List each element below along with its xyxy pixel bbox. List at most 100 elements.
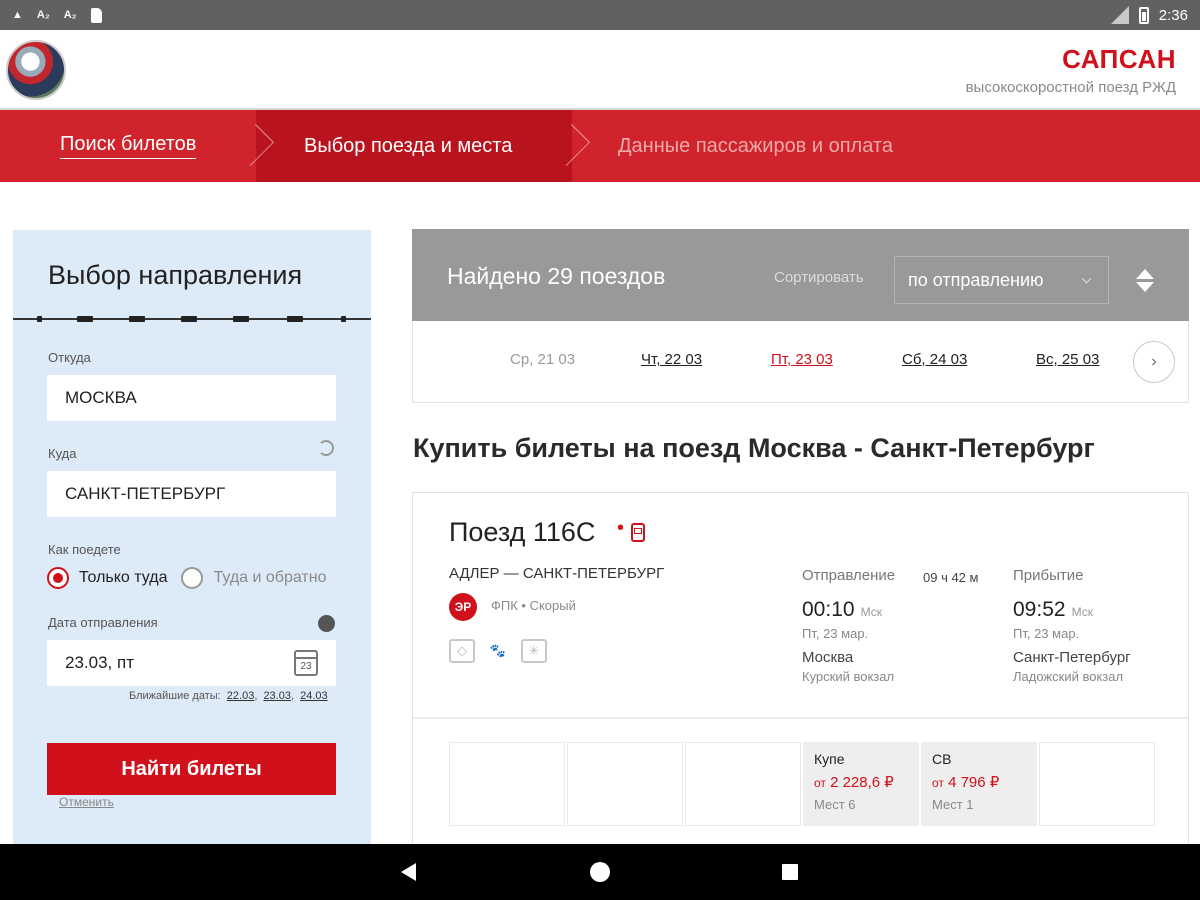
- trip-type-group: Только туда Туда и обратно: [47, 567, 340, 589]
- search-panel: Выбор направления Откуда МОСКВА Куда САН…: [13, 230, 371, 844]
- departure-date: Пт, 23 мар.: [802, 626, 869, 641]
- date-option[interactable]: Сб, 24 03: [902, 351, 967, 368]
- train-icon: [631, 523, 645, 542]
- departure-label: Отправление: [802, 567, 896, 584]
- page-heading: Купить билеты на поезд Москва - Санкт-Пе…: [413, 433, 1095, 463]
- signal-icon: [1110, 6, 1129, 24]
- air-conditioning-icon: ✳: [521, 639, 547, 663]
- step-label: Поиск билетов: [60, 133, 197, 159]
- date-option-selected[interactable]: Пт, 23 03: [771, 351, 833, 368]
- found-count: Найдено 29 поездов: [447, 263, 666, 289]
- radio-one-way[interactable]: [47, 567, 69, 589]
- step-choose-train: Выбор поезда и места: [256, 110, 591, 182]
- from-input[interactable]: МОСКВА: [47, 375, 336, 421]
- sort-direction-icon[interactable]: [1136, 269, 1154, 293]
- to-input[interactable]: САНКТ-ПЕТЕРБУРГ: [47, 471, 336, 517]
- arrival-label: Прибытие: [1013, 567, 1084, 584]
- route-line-divider: [13, 316, 371, 322]
- departure-time: 00:10: [802, 598, 855, 621]
- date-option[interactable]: Вс, 25 03: [1036, 351, 1099, 368]
- carrier-info: ФПК • Скорый: [491, 598, 576, 613]
- departure-time-row: 00:10 Мск: [802, 598, 895, 622]
- nearest-date-link[interactable]: 24.03: [300, 690, 328, 702]
- sort-select[interactable]: по отправлению: [894, 256, 1109, 304]
- trip-type-label: Как поедете: [48, 542, 121, 557]
- booking-steps: Поиск билетов Выбор поезда и места Данны…: [0, 110, 1200, 182]
- home-icon[interactable]: [590, 862, 610, 882]
- nearest-dates-label: Ближайшие даты:: [129, 690, 221, 702]
- brand: САПСАН высокоскоростной поезд РЖД: [966, 44, 1176, 96]
- recent-apps-icon[interactable]: [782, 864, 798, 880]
- date-option[interactable]: Чт, 22 03: [641, 351, 702, 368]
- step-search-tickets[interactable]: Поиск билетов: [0, 110, 275, 182]
- one-way-label[interactable]: Только туда: [79, 569, 167, 587]
- swap-icon[interactable]: [318, 440, 334, 456]
- nearest-date-link[interactable]: 22.03: [227, 690, 255, 702]
- car-class-empty: [685, 742, 801, 826]
- brand-name: САПСАН: [1062, 44, 1176, 74]
- departure-station: Курский вокзал: [802, 669, 895, 684]
- panel-title: Выбор направления: [48, 260, 303, 290]
- date-value: 23.03, пт: [65, 653, 134, 672]
- arrival-timezone: Мск: [1071, 605, 1093, 619]
- car-class-empty: [1039, 742, 1155, 826]
- car-classes: Купе от 2 228,6 ₽ Мест 6 СВ от 4 796 ₽ М…: [449, 742, 1155, 826]
- info-icon[interactable]: [318, 615, 335, 632]
- electronic-registration-badge: ЭР: [449, 593, 477, 621]
- brand-subtitle: высокоскоростной поезд РЖД: [965, 79, 1176, 96]
- next-dates-button[interactable]: ›: [1133, 341, 1175, 383]
- sd-card-icon: [90, 7, 102, 23]
- from-label: Откуда: [48, 350, 91, 365]
- car-seats: Мест 6: [814, 797, 856, 812]
- arrival-time: 09:52: [1013, 598, 1066, 621]
- notification-icons: ▲ A₂ A₂: [12, 7, 102, 23]
- arrival-station: Ладожский вокзал: [1013, 669, 1124, 684]
- cancel-link[interactable]: Отменить: [59, 795, 114, 809]
- translate-notification-icon: A₂: [36, 9, 50, 21]
- date-option: Ср, 21 03: [510, 351, 576, 368]
- translate-notification-icon-2: A₂: [63, 9, 77, 21]
- date-label: Дата отправления: [48, 615, 158, 630]
- train-title: Поезд 116С: [449, 517, 596, 547]
- status-bar: ▲ A₂ A₂ 2:36: [0, 0, 1200, 30]
- calendar-icon[interactable]: 23: [294, 650, 318, 676]
- nearest-dates: Ближайшие даты: 22.03, 23.03, 24.03: [129, 690, 328, 702]
- train-card[interactable]: Поезд 116С • АДЛЕР — САНКТ-ПЕТЕРБУРГ ЭР …: [412, 492, 1189, 852]
- to-label: Куда: [48, 446, 77, 461]
- departure-timezone: Мск: [860, 605, 882, 619]
- battery-icon: [1138, 6, 1149, 24]
- nearest-date-link[interactable]: 23.03: [263, 690, 291, 702]
- car-price: от 4 796 ₽: [932, 774, 1000, 791]
- sort-label: Сортировать: [774, 269, 864, 286]
- step-label: Данные пассажиров и оплата: [618, 134, 893, 157]
- back-icon[interactable]: [401, 863, 416, 881]
- date-input[interactable]: 23.03, пт 23: [47, 640, 336, 686]
- app-notification-icon: ▲: [12, 9, 23, 21]
- car-class-kupe[interactable]: Купе от 2 228,6 ₽ Мест 6: [803, 742, 919, 826]
- arrival-date: Пт, 23 мар.: [1013, 626, 1080, 641]
- car-seats: Мест 1: [932, 797, 974, 812]
- system-navigation-bar: [0, 844, 1200, 900]
- sapsan-logo[interactable]: [6, 40, 66, 100]
- separator-dot: •: [617, 517, 625, 539]
- step-label: Выбор поезда и места: [304, 134, 513, 157]
- radio-round-trip[interactable]: [181, 567, 204, 589]
- car-class-empty: [449, 742, 565, 826]
- meal-icon: ◇: [449, 639, 475, 663]
- trip-duration: 09 ч 42 м: [923, 570, 979, 585]
- arrival-column: Прибытие 09:52 Мск Пт, 23 мар. Санкт-Пете…: [1013, 567, 1131, 684]
- find-tickets-button[interactable]: Найти билеты: [47, 743, 336, 795]
- train-route: АДЛЕР — САНКТ-ПЕТЕРБУРГ: [449, 565, 665, 582]
- departure-city: Москва: [802, 649, 854, 666]
- status-time: 2:36: [1158, 6, 1188, 24]
- results-header: Найдено 29 поездов Сортировать по отправ…: [412, 229, 1189, 321]
- app-header: САПСАН высокоскоростной поезд РЖД: [0, 30, 1200, 110]
- round-trip-label[interactable]: Туда и обратно: [213, 569, 326, 587]
- departure-column: Отправление 00:10 Мск Пт, 23 мар. Москва …: [802, 567, 895, 684]
- car-class-sv[interactable]: СВ от 4 796 ₽ Мест 1: [921, 742, 1037, 826]
- service-icons: ◇ 🐾 ✳: [449, 639, 547, 663]
- chevron-down-icon: [1081, 273, 1092, 284]
- arrival-city: Санкт-Петербург: [1013, 649, 1131, 666]
- car-type: Купе: [814, 751, 845, 767]
- card-divider: [413, 717, 1188, 719]
